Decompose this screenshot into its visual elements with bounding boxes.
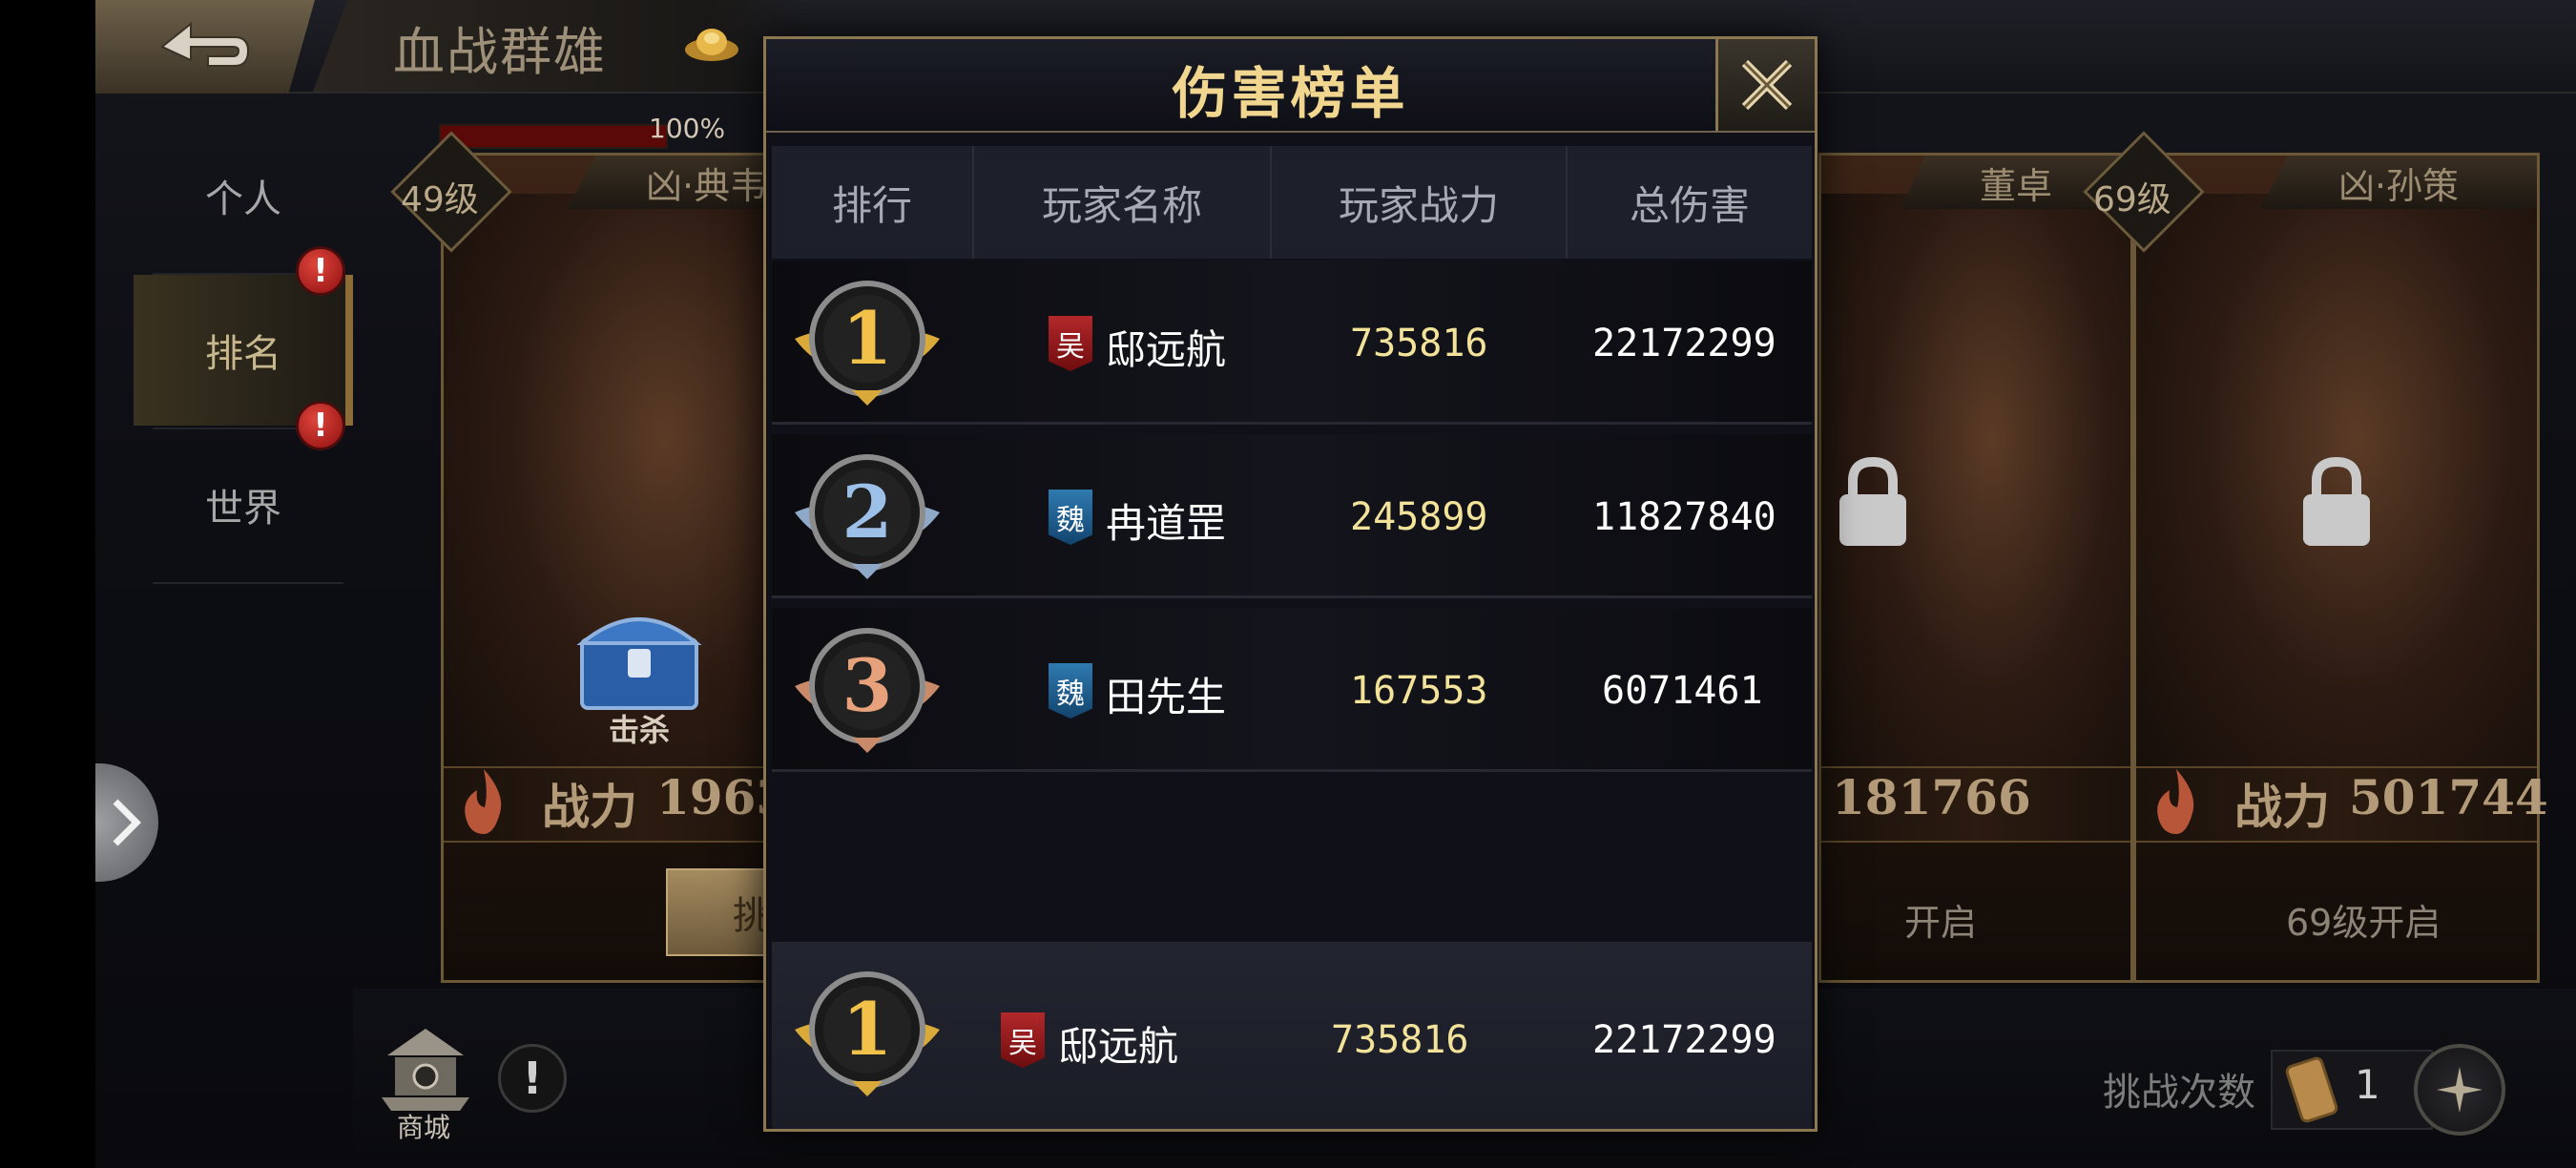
- divider: [153, 582, 343, 584]
- player-name[interactable]: 邸远航: [1106, 318, 1226, 376]
- player-power: 735816: [1331, 1018, 1469, 1062]
- flame-icon: [465, 769, 502, 834]
- faction-icon: 吴: [1001, 1012, 1045, 1068]
- page-title: 血战群雄: [393, 22, 607, 82]
- sidebar-item-label: 排名: [205, 332, 281, 376]
- player-power: 735816: [1350, 322, 1488, 365]
- table-row[interactable]: 2 魏 冉道罡 245899 11827840: [772, 434, 1812, 598]
- lock-icon: [2303, 456, 2370, 546]
- faction-icon: 魏: [1049, 663, 1092, 719]
- svg-text:3: 3: [842, 643, 893, 728]
- modal-title: 伤害榜单: [1172, 61, 1409, 126]
- faction-icon: 魏: [1049, 490, 1092, 545]
- challenge-count: 1: [2355, 1061, 2380, 1108]
- boss-card-sunce[interactable]: 凶·孙策: [2133, 153, 2540, 983]
- shop-label[interactable]: 商城: [397, 1107, 450, 1145]
- side-menu: 个人 排名 世界: [134, 105, 353, 601]
- chest-icon: [576, 617, 702, 710]
- power-label: 战力: [2234, 779, 2330, 835]
- damage-ranking-modal: 伤害榜单 排行 玩家名称 玩家战力 总伤害 1 吴 邸远航 735816 221…: [763, 36, 1818, 1132]
- boss-hp-text: 100%: [649, 113, 726, 144]
- unlock-text: 开启: [1904, 902, 1978, 944]
- column-header-power: 玩家战力: [1272, 146, 1566, 259]
- player-damage: 11827840: [1592, 495, 1776, 539]
- player-power: 167553: [1350, 669, 1488, 713]
- screen: 血战群雄 个人 排名 世界 ! ! 100% 凶·典韦 49级 击杀 战力 19…: [0, 0, 2576, 1168]
- player-damage: 22172299: [1592, 1018, 1776, 1062]
- level-text: 49级: [401, 180, 479, 219]
- player-name[interactable]: 田先生: [1106, 665, 1226, 723]
- rank-medal-icon: 2: [795, 454, 940, 579]
- player-name[interactable]: 冉道罡: [1106, 491, 1226, 550]
- column-header-rank: 排行: [772, 146, 972, 259]
- table-row[interactable]: 3 魏 田先生 167553 6071461: [772, 608, 1812, 772]
- power-value: 181766: [1832, 769, 2031, 825]
- sidebar-item-label: 世界: [205, 487, 281, 531]
- info-alert-button[interactable]: !: [498, 1044, 567, 1113]
- scroll-icon: [2285, 1056, 2338, 1123]
- level-text: 69级: [2093, 180, 2171, 219]
- ingot-icon: [685, 29, 738, 61]
- lock-icon: [1839, 456, 1906, 546]
- my-rank-row: 1 吴 邸远航 735816 22172299: [772, 942, 1812, 1129]
- close-icon: [1741, 59, 1792, 111]
- close-button[interactable]: [1715, 39, 1815, 131]
- player-damage: 6071461: [1602, 669, 1763, 713]
- unlock-text: 69级开启: [2286, 902, 2441, 944]
- chevron-right-icon: [113, 799, 141, 846]
- power-value: 501744: [2349, 769, 2548, 825]
- flame-icon: [2157, 769, 2194, 834]
- sidebar-item-label: 个人: [205, 177, 281, 221]
- power-label: 战力: [542, 779, 637, 835]
- column-header-damage: 总伤害: [1568, 146, 1812, 259]
- rank-medal-icon: 3: [795, 628, 940, 753]
- rank-medal-icon: 1: [795, 971, 940, 1096]
- rank-medal-icon: 1: [795, 281, 940, 406]
- alert-icon: !: [296, 246, 345, 296]
- add-challenge-button[interactable]: [2414, 1044, 2505, 1136]
- boss-hp-bar: [439, 124, 668, 149]
- kill-label: 击杀: [609, 712, 671, 748]
- sidebar-item-world[interactable]: 世界: [134, 429, 353, 580]
- player-name: 邸远航: [1058, 1023, 1179, 1070]
- back-button[interactable]: [95, 0, 315, 94]
- boss-card-dongzhuo[interactable]: 董卓: [1818, 153, 2133, 983]
- svg-text:2: 2: [842, 469, 893, 554]
- boss-name: 凶·孙策: [2260, 156, 2537, 209]
- plus-icon: [2437, 1067, 2483, 1113]
- column-header-name: 玩家名称: [974, 146, 1270, 259]
- player-damage: 22172299: [1592, 322, 1776, 365]
- challenge-count-label: 挑战次数: [2103, 1071, 2255, 1115]
- alert-icon: !: [296, 401, 345, 450]
- table-row[interactable]: 1 吴 邸远航 735816 22172299: [772, 261, 1812, 425]
- svg-text:1: 1: [842, 296, 893, 381]
- svg-text:1: 1: [842, 987, 893, 1072]
- back-arrow-icon: [160, 21, 250, 67]
- player-power: 245899: [1350, 495, 1488, 539]
- faction-icon: 吴: [1049, 316, 1092, 371]
